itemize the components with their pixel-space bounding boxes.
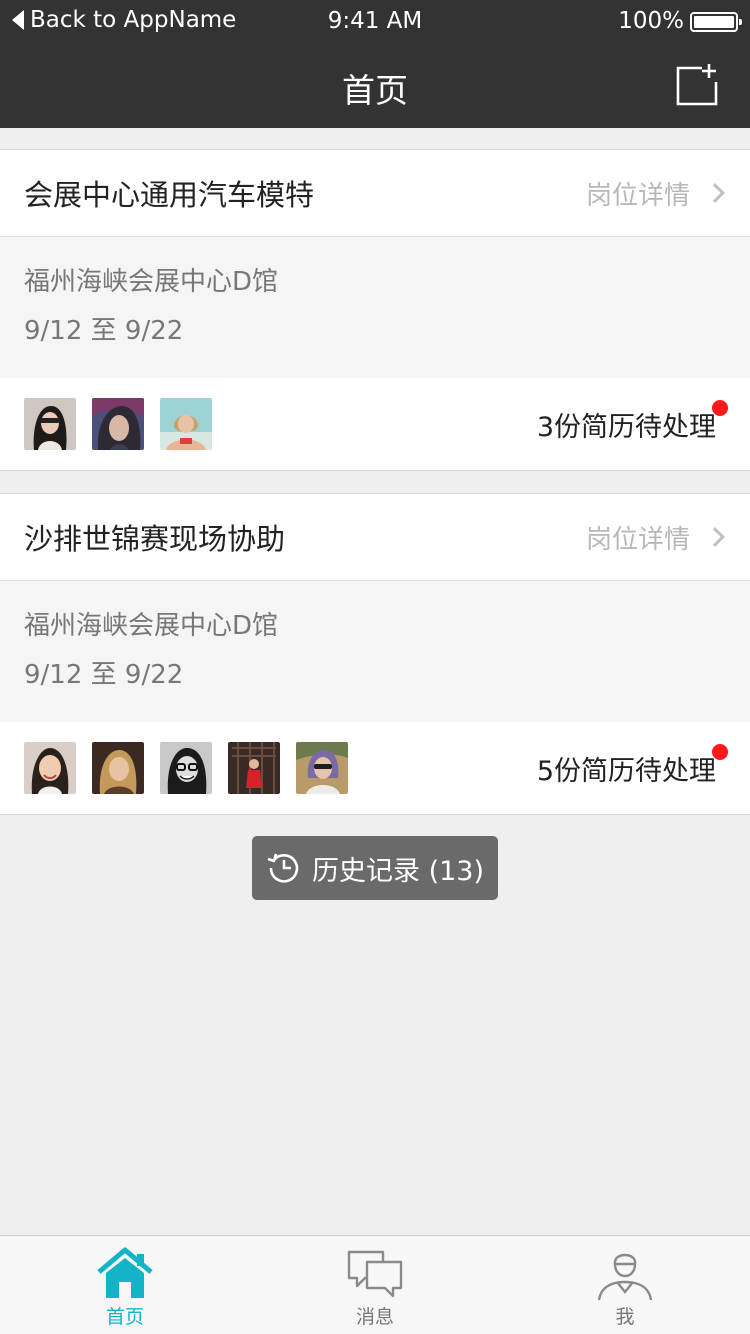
chat-bubbles-icon: [347, 1250, 403, 1298]
tab-bar: 首页 消息 我: [0, 1235, 750, 1334]
tab-label: 消息: [355, 1306, 394, 1328]
job-resumes-row[interactable]: 3份简历待处理: [0, 378, 750, 470]
tab-label: 首页: [105, 1306, 144, 1328]
battery-percent: 100%: [618, 8, 684, 34]
applicant-avatar[interactable]: [228, 742, 280, 794]
applicant-avatar[interactable]: [160, 398, 212, 450]
job-detail-label: 岗位详情: [585, 524, 690, 555]
tab-label: 我: [615, 1306, 635, 1328]
history-clock-icon: [267, 853, 299, 883]
chevron-right-icon: [705, 527, 725, 547]
nav-bar: 首页: [0, 44, 750, 128]
page-title: 首页: [342, 71, 408, 110]
applicant-avatar[interactable]: [24, 742, 76, 794]
battery-icon: [690, 12, 742, 32]
job-detail-label: 岗位详情: [585, 180, 690, 211]
job-date-range: 9/12 至 9/22: [24, 660, 184, 690]
job-info: 福州海峡会展中心D馆 9/12 至 9/22: [0, 581, 750, 722]
job-info: 福州海峡会展中心D馆 9/12 至 9/22: [0, 237, 750, 378]
history-label: 历史记录 (13): [311, 855, 484, 887]
unread-badge: [712, 400, 728, 416]
applicant-avatars: [24, 398, 228, 450]
job-resumes-row[interactable]: 5份简历待处理: [0, 722, 750, 814]
chevron-right-icon: [705, 183, 725, 203]
job-detail-link[interactable]: 岗位详情: [585, 519, 725, 556]
job-card-header[interactable]: 会展中心通用汽车模特 岗位详情: [0, 150, 750, 237]
applicant-avatars: [24, 742, 364, 794]
applicant-avatar[interactable]: [160, 742, 212, 794]
new-post-icon[interactable]: [676, 64, 718, 106]
tab-home[interactable]: 首页: [0, 1236, 250, 1334]
job-card-header[interactable]: 沙排世锦赛现场协助 岗位详情: [0, 494, 750, 581]
tab-me[interactable]: 我: [500, 1236, 750, 1334]
pending-resumes-text: 5份简历待处理: [536, 755, 716, 787]
history-button[interactable]: 历史记录 (13): [252, 836, 498, 900]
job-date-range: 9/12 至 9/22: [24, 316, 184, 346]
unread-badge: [712, 744, 728, 760]
applicant-avatar[interactable]: [296, 742, 348, 794]
applicant-avatar[interactable]: [92, 742, 144, 794]
job-card: 会展中心通用汽车模特 岗位详情 福州海峡会展中心D馆 9/12 至 9/22 3…: [0, 149, 750, 471]
top-bar: Back to AppName 9:41 AM 100% 首页: [0, 0, 750, 128]
user-profile-icon: [597, 1253, 653, 1301]
status-bar: Back to AppName 9:41 AM 100%: [0, 0, 750, 44]
applicant-avatar[interactable]: [92, 398, 144, 450]
job-title: 沙排世锦赛现场协助: [24, 522, 286, 556]
job-location: 福州海峡会展中心D馆: [24, 611, 279, 641]
tab-messages[interactable]: 消息: [250, 1236, 500, 1334]
job-location: 福州海峡会展中心D馆: [24, 267, 279, 297]
job-card: 沙排世锦赛现场协助 岗位详情 福州海峡会展中心D馆 9/12 至 9/22 5份…: [0, 493, 750, 815]
applicant-avatar[interactable]: [24, 398, 76, 450]
home-icon: [97, 1247, 153, 1298]
job-detail-link[interactable]: 岗位详情: [585, 175, 725, 212]
pending-resumes-text: 3份简历待处理: [536, 411, 716, 443]
job-title: 会展中心通用汽车模特: [24, 178, 315, 212]
